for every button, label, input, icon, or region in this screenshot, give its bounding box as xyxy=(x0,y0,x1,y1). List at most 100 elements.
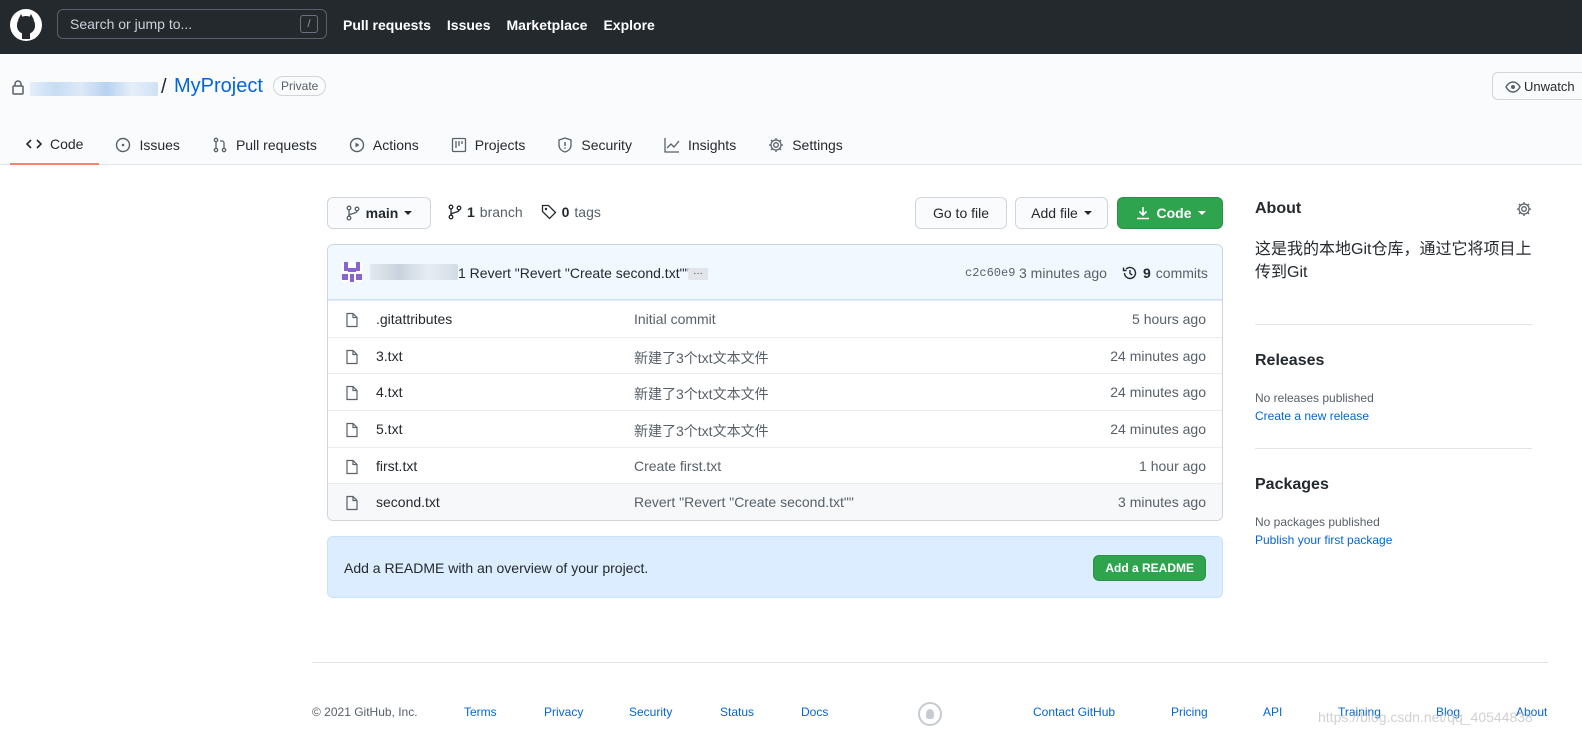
repo-owner-redacted[interactable] xyxy=(30,82,158,96)
chevron-down-icon xyxy=(1083,211,1092,215)
file-commit-link[interactable]: Create first.txt xyxy=(634,458,721,474)
file-row[interactable]: second.txt Revert "Revert "Create second… xyxy=(328,483,1222,521)
avatar[interactable] xyxy=(342,262,362,282)
add-file-label: Add file xyxy=(1031,205,1078,221)
eye-icon xyxy=(1505,81,1521,93)
code-download-button[interactable]: Code xyxy=(1117,197,1223,229)
file-commit-link[interactable]: 新建了3个txt文本文件 xyxy=(634,348,769,368)
expand-commit-button[interactable]: … xyxy=(688,267,708,280)
code-icon xyxy=(26,138,42,149)
nav-issues[interactable]: Issues xyxy=(447,17,491,33)
file-row[interactable]: first.txt Create first.txt 1 hour ago xyxy=(328,446,1222,484)
file-icon xyxy=(346,386,358,401)
commit-history-link[interactable]: 9 commits xyxy=(1122,265,1208,281)
github-mark-icon[interactable] xyxy=(918,702,942,726)
tag-icon xyxy=(541,204,557,220)
branch-tag-summary: 1 branch 0 tags xyxy=(448,204,601,220)
about-description: 这是我的本地Git仓库，通过它将项目上传到Git xyxy=(1255,241,1532,281)
gear-icon xyxy=(769,137,784,152)
tab-projects[interactable]: Projects xyxy=(435,124,542,165)
add-readme-button[interactable]: Add a README xyxy=(1093,555,1206,581)
chevron-down-icon xyxy=(1197,211,1206,215)
footer-link-privacy[interactable]: Privacy xyxy=(544,705,583,719)
file-commit-link[interactable]: Initial commit xyxy=(634,311,716,327)
footer-link-api[interactable]: API xyxy=(1263,705,1282,719)
footer-link-docs[interactable]: Docs xyxy=(801,705,828,719)
sidebar-divider xyxy=(1255,324,1532,325)
repo-name-link[interactable]: MyProject xyxy=(174,75,263,98)
issue-icon xyxy=(116,137,131,152)
lock-icon xyxy=(12,80,24,95)
file-commit-link[interactable]: Revert "Revert "Create second.txt"" xyxy=(634,494,854,510)
about-heading: About xyxy=(1255,200,1302,217)
history-icon xyxy=(1122,266,1137,280)
file-row[interactable]: 3.txt 新建了3个txt文本文件 24 minutes ago xyxy=(328,336,1222,374)
readme-prompt: Add a README with an overview of your pr… xyxy=(327,536,1223,598)
tab-security[interactable]: Security xyxy=(541,124,648,165)
file-name-link[interactable]: second.txt xyxy=(376,494,440,510)
branch-count-label: branch xyxy=(479,204,523,220)
footer-link-status[interactable]: Status xyxy=(720,705,754,719)
global-nav: Pull requests Issues Marketplace Explore xyxy=(343,17,655,33)
tab-label: Insights xyxy=(687,136,737,153)
branch-select-button[interactable]: main xyxy=(327,197,431,229)
file-name-link[interactable]: 5.txt xyxy=(376,421,402,437)
nav-pull-requests[interactable]: Pull requests xyxy=(343,17,431,33)
branch-icon xyxy=(448,204,462,220)
footer-link-contact[interactable]: Contact GitHub xyxy=(1033,705,1115,719)
nav-explore[interactable]: Explore xyxy=(603,17,654,33)
code-button-label: Code xyxy=(1156,205,1192,221)
tab-issues[interactable]: Issues xyxy=(99,124,195,165)
tab-code[interactable]: Code xyxy=(10,124,100,165)
search-input[interactable]: Search or jump to... / xyxy=(57,9,327,39)
file-name-link[interactable]: .gitattributes xyxy=(376,311,452,327)
latest-commit-bar: 1 Revert "Revert "Create second.txt"" … … xyxy=(328,245,1222,300)
file-icon xyxy=(346,312,358,328)
repo-path-separator: / xyxy=(161,76,167,98)
tab-label: Projects xyxy=(474,136,526,153)
tab-settings[interactable]: Settings xyxy=(752,124,859,165)
github-logo-icon[interactable] xyxy=(10,9,42,41)
shield-icon xyxy=(558,136,573,153)
footer-divider xyxy=(312,662,1548,663)
file-name-link[interactable]: 3.txt xyxy=(376,348,402,364)
file-row[interactable]: 4.txt 新建了3个txt文本文件 24 minutes ago xyxy=(328,373,1222,411)
file-row[interactable]: 5.txt 新建了3个txt文本文件 24 minutes ago xyxy=(328,410,1222,447)
branches-link[interactable]: 1 branch xyxy=(448,204,523,220)
nav-marketplace[interactable]: Marketplace xyxy=(507,17,588,33)
tags-link[interactable]: 0 tags xyxy=(541,204,601,220)
tab-pull-requests[interactable]: Pull requests xyxy=(196,124,333,165)
file-commit-link[interactable]: 新建了3个txt文本文件 xyxy=(634,421,769,441)
file-name-link[interactable]: 4.txt xyxy=(376,384,402,400)
tab-actions[interactable]: Actions xyxy=(333,124,435,165)
commit-sha-link[interactable]: c2c60e9 xyxy=(965,266,1015,280)
visibility-badge: Private xyxy=(273,76,327,96)
tab-insights[interactable]: Insights xyxy=(648,124,752,165)
file-row[interactable]: .gitattributes Initial commit 5 hours ag… xyxy=(328,300,1222,337)
sidebar-divider xyxy=(1255,448,1532,449)
commit-author-redacted[interactable] xyxy=(370,264,458,280)
unwatch-button[interactable]: Unwatch xyxy=(1492,72,1582,100)
download-icon xyxy=(1136,207,1149,220)
repo-header: / MyProject Private Unwatch Code Issues … xyxy=(0,54,1582,165)
footer-link-terms[interactable]: Terms xyxy=(464,705,497,719)
releases-empty-text: No releases published xyxy=(1255,391,1374,405)
file-age: 3 minutes ago xyxy=(1118,494,1206,511)
publish-package-link[interactable]: Publish your first package xyxy=(1255,533,1392,547)
footer-link-security[interactable]: Security xyxy=(629,705,672,719)
latest-commit-message[interactable]: 1 Revert "Revert "Create second.txt"" xyxy=(458,265,690,281)
search-shortcut-hint: / xyxy=(300,15,318,33)
file-listing: 1 Revert "Revert "Create second.txt"" … … xyxy=(327,244,1223,522)
file-commit-link[interactable]: 新建了3个txt文本文件 xyxy=(634,384,769,404)
commit-count: 9 xyxy=(1143,265,1151,281)
file-name-link[interactable]: first.txt xyxy=(376,458,417,474)
watermark-text: https://blog.csdn.net/qq_40544838 xyxy=(1318,709,1533,725)
create-release-link[interactable]: Create a new release xyxy=(1255,409,1369,423)
footer-link-pricing[interactable]: Pricing xyxy=(1171,705,1208,719)
releases-heading[interactable]: Releases xyxy=(1255,352,1324,370)
add-file-button[interactable]: Add file xyxy=(1015,197,1108,229)
gear-icon[interactable] xyxy=(1516,201,1532,217)
go-to-file-button[interactable]: Go to file xyxy=(915,197,1007,229)
packages-heading[interactable]: Packages xyxy=(1255,476,1329,494)
pull-request-icon xyxy=(213,137,227,152)
